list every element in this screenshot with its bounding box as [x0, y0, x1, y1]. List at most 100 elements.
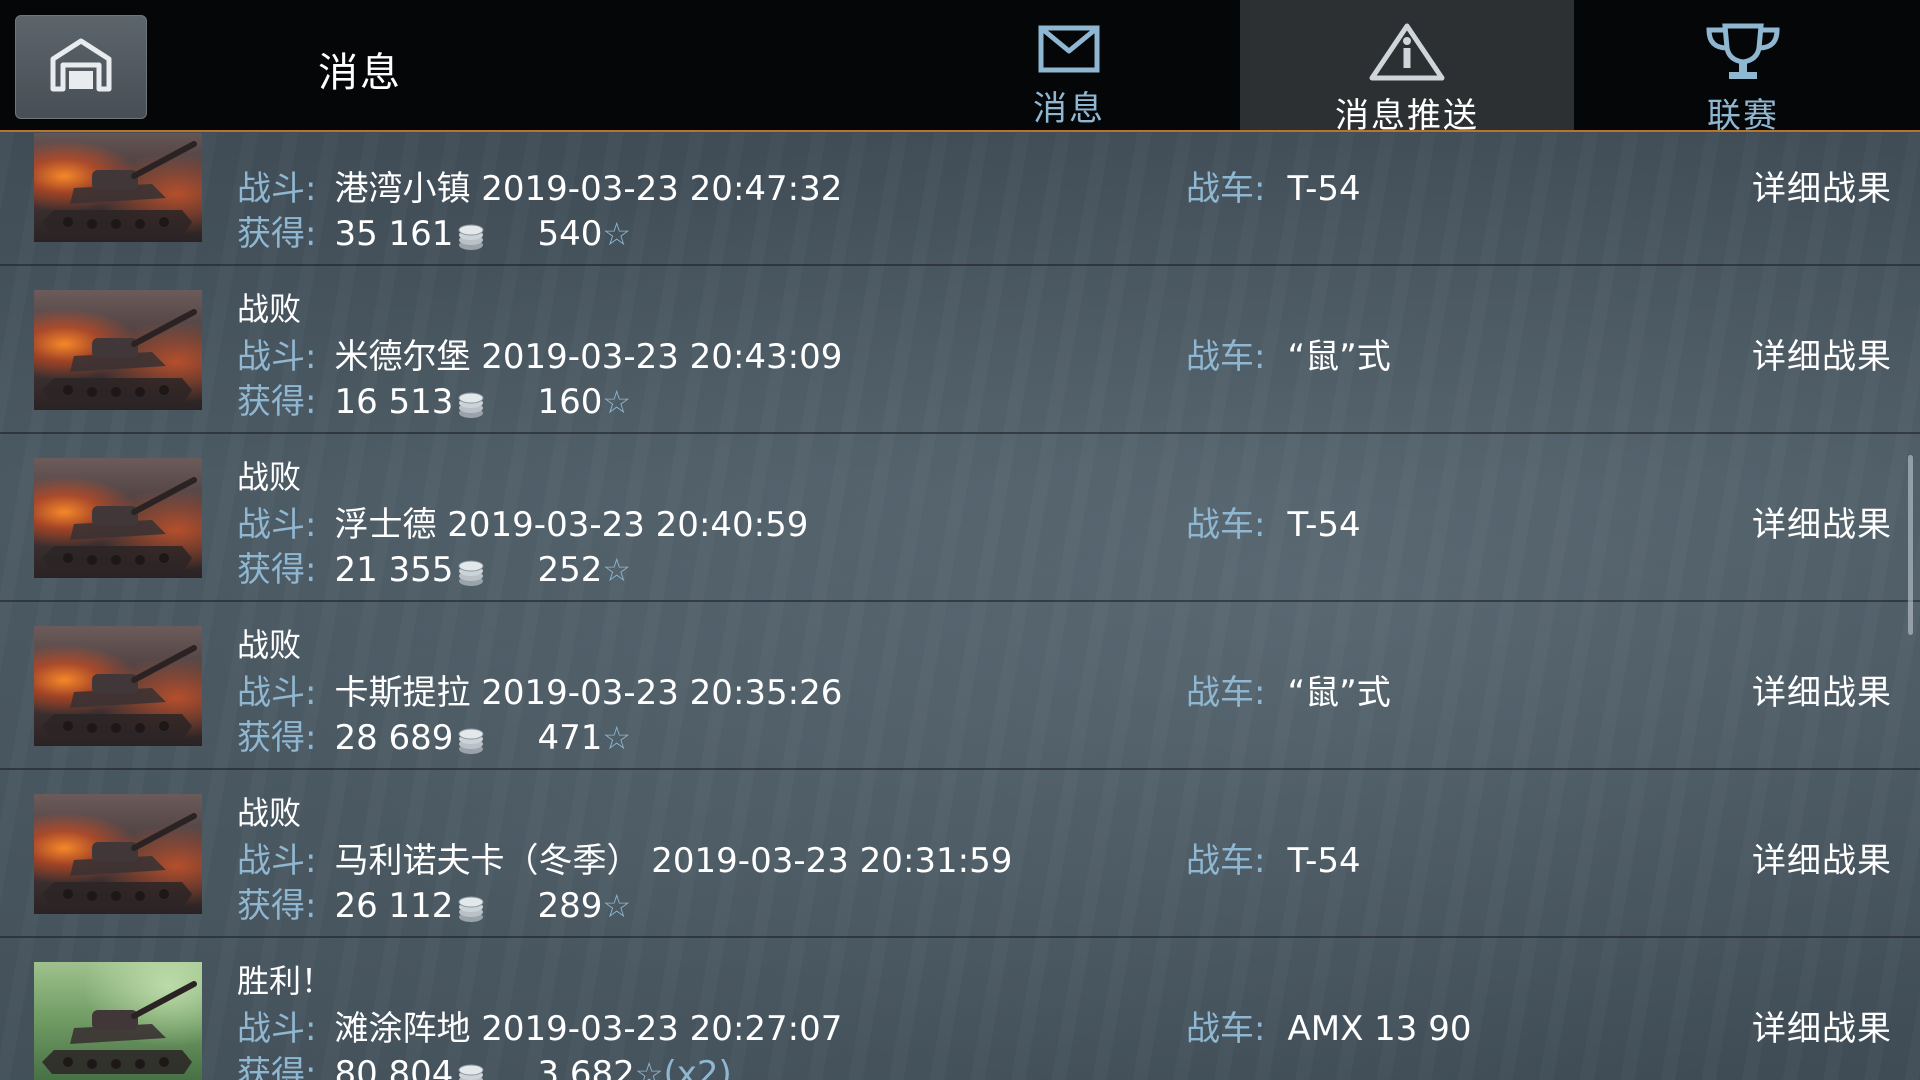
tab-messages-label: 消息 — [1033, 89, 1105, 129]
battle-thumbnail — [34, 962, 202, 1080]
earned-label: 获得: — [237, 214, 317, 254]
battle-label: 战斗: — [237, 337, 317, 377]
silver-coin-icon — [457, 724, 485, 764]
battle-info: 战斗: 米德尔堡 2019-03-23 20:43:09 — [237, 329, 842, 378]
tank-name: T-54 — [1287, 841, 1361, 881]
top-bar: 消息 消息 消息推送 联赛 — [0, 0, 1920, 136]
experience-multiplier: (x2) — [663, 1054, 732, 1080]
battle-label: 战斗: — [237, 505, 317, 545]
tab-push-notifications[interactable]: 消息推送 — [1240, 0, 1574, 136]
battle-info: 战斗: 滩涂阵地 2019-03-23 20:27:07 — [237, 1001, 842, 1050]
credits-value: 35 161 — [334, 214, 454, 254]
tank-image-icon — [42, 477, 197, 570]
tab-push-label: 消息推送 — [1335, 96, 1479, 136]
tank-name: “鼠”式 — [1287, 337, 1391, 377]
tank-info: 战车: T-54 — [1186, 161, 1361, 210]
silver-coin-icon — [457, 388, 485, 428]
tank-info: 战车: T-54 — [1186, 833, 1361, 882]
battle-info: 战斗: 港湾小镇 2019-03-23 20:47:32 — [237, 161, 842, 210]
tank-label: 战车: — [1186, 505, 1266, 545]
credits-value: 26 112 — [334, 886, 454, 926]
battle-map-time: 米德尔堡 2019-03-23 20:43:09 — [334, 337, 843, 377]
battle-label: 战斗: — [237, 169, 317, 209]
detailed-results-button[interactable]: 详细战果 — [1752, 1001, 1892, 1050]
tab-league-label: 联赛 — [1707, 96, 1779, 136]
tab-league[interactable]: 联赛 — [1576, 0, 1910, 136]
tab-messages[interactable]: 消息 — [902, 0, 1236, 130]
credits-value: 21 355 — [334, 550, 454, 590]
experience-value: 289 — [537, 886, 603, 926]
battle-label: 战斗: — [237, 841, 317, 881]
detailed-results-button[interactable]: 详细战果 — [1752, 833, 1892, 882]
earnings-info: 获得: 80 804 3 682☆(x2) — [237, 1046, 732, 1080]
battle-map-time: 港湾小镇 2019-03-23 20:47:32 — [334, 169, 843, 209]
scrollbar[interactable] — [1908, 455, 1913, 635]
earned-label: 获得: — [237, 550, 317, 590]
experience-star-icon: ☆ — [602, 383, 632, 421]
battle-info: 战斗: 卡斯提拉 2019-03-23 20:35:26 — [237, 665, 842, 714]
battle-row[interactable]: 战败 战斗: 马利诺夫卡（冬季） 2019-03-23 20:31:59 获得: 2… — [0, 770, 1920, 938]
detailed-results-button[interactable]: 详细战果 — [1752, 665, 1892, 714]
battle-row[interactable]: 战败 战斗: 浮士德 2019-03-23 20:40:59 获得: 21 355 … — [0, 434, 1920, 602]
detailed-results-button[interactable]: 详细战果 — [1752, 497, 1892, 546]
experience-star-icon: ☆ — [634, 1055, 664, 1080]
battle-map-time: 滩涂阵地 2019-03-23 20:27:07 — [334, 1009, 843, 1049]
tank-label: 战车: — [1186, 673, 1266, 713]
tank-label: 战车: — [1186, 1009, 1266, 1049]
credits-value: 16 513 — [334, 382, 454, 422]
silver-coin-icon — [457, 1060, 485, 1080]
battle-row[interactable]: 战败 战斗: 卡斯提拉 2019-03-23 20:35:26 获得: 28 689… — [0, 602, 1920, 770]
battle-row[interactable]: 战斗: 港湾小镇 2019-03-23 20:47:32 获得: 35 161 54… — [0, 133, 1920, 266]
earned-label: 获得: — [237, 1054, 317, 1080]
battle-label: 战斗: — [237, 1009, 317, 1049]
battle-thumbnail — [34, 458, 202, 578]
experience-star-icon: ☆ — [602, 719, 632, 757]
detailed-results-button[interactable]: 详细战果 — [1752, 329, 1892, 378]
detailed-results-button[interactable]: 详细战果 — [1752, 161, 1892, 210]
earnings-info: 获得: 26 112 289☆ — [237, 878, 631, 932]
battle-status: 胜利！ — [237, 962, 334, 1000]
earnings-info: 获得: 16 513 160☆ — [237, 374, 631, 428]
battle-thumbnail — [34, 133, 202, 242]
earned-label: 获得: — [237, 718, 317, 758]
battle-label: 战斗: — [237, 673, 317, 713]
battle-row[interactable]: 胜利！ 战斗: 滩涂阵地 2019-03-23 20:27:07 获得: 80 80… — [0, 938, 1920, 1080]
tank-image-icon — [42, 141, 197, 234]
tank-name: T-54 — [1287, 505, 1361, 545]
experience-star-icon: ☆ — [602, 215, 632, 253]
tank-info: 战车: “鼠”式 — [1186, 329, 1391, 378]
silver-coin-icon — [457, 892, 485, 932]
battle-status: 战败 — [237, 794, 302, 832]
garage-icon — [49, 37, 113, 97]
experience-star-icon: ☆ — [602, 551, 632, 589]
tank-image-icon — [42, 981, 197, 1074]
tank-image-icon — [42, 309, 197, 402]
experience-value: 252 — [537, 550, 603, 590]
trophy-icon — [1703, 22, 1783, 82]
tank-label: 战车: — [1186, 841, 1266, 881]
envelope-icon — [1038, 22, 1100, 75]
earnings-info: 获得: 28 689 471☆ — [237, 710, 631, 764]
battle-info: 战斗: 马利诺夫卡（冬季） 2019-03-23 20:31:59 — [237, 833, 1012, 882]
page-title: 消息 — [318, 50, 402, 96]
experience-value: 3 682 — [537, 1054, 635, 1080]
tank-name: T-54 — [1287, 169, 1361, 209]
tank-name: “鼠”式 — [1287, 673, 1391, 713]
app-root: 消息 消息 消息推送 联赛 战斗: 港湾小镇 2019-03-23 20:47:… — [0, 0, 1920, 1080]
tank-info: 战车: “鼠”式 — [1186, 665, 1391, 714]
battle-status: 战败 — [237, 626, 302, 664]
battle-status: 战败 — [237, 458, 302, 496]
battle-map-time: 浮士德 2019-03-23 20:40:59 — [334, 505, 809, 545]
silver-coin-icon — [457, 556, 485, 596]
tank-image-icon — [42, 813, 197, 906]
battle-result-list[interactable]: 战斗: 港湾小镇 2019-03-23 20:47:32 获得: 35 161 54… — [0, 133, 1920, 1080]
earned-label: 获得: — [237, 382, 317, 422]
silver-coin-icon — [457, 220, 485, 260]
credits-value: 80 804 — [334, 1054, 454, 1080]
home-button[interactable] — [15, 15, 147, 119]
battle-thumbnail — [34, 290, 202, 410]
battle-status: 战败 — [237, 290, 302, 328]
battle-row[interactable]: 战败 战斗: 米德尔堡 2019-03-23 20:43:09 获得: 16 513… — [0, 266, 1920, 434]
battle-info: 战斗: 浮士德 2019-03-23 20:40:59 — [237, 497, 808, 546]
warning-icon — [1368, 22, 1446, 82]
